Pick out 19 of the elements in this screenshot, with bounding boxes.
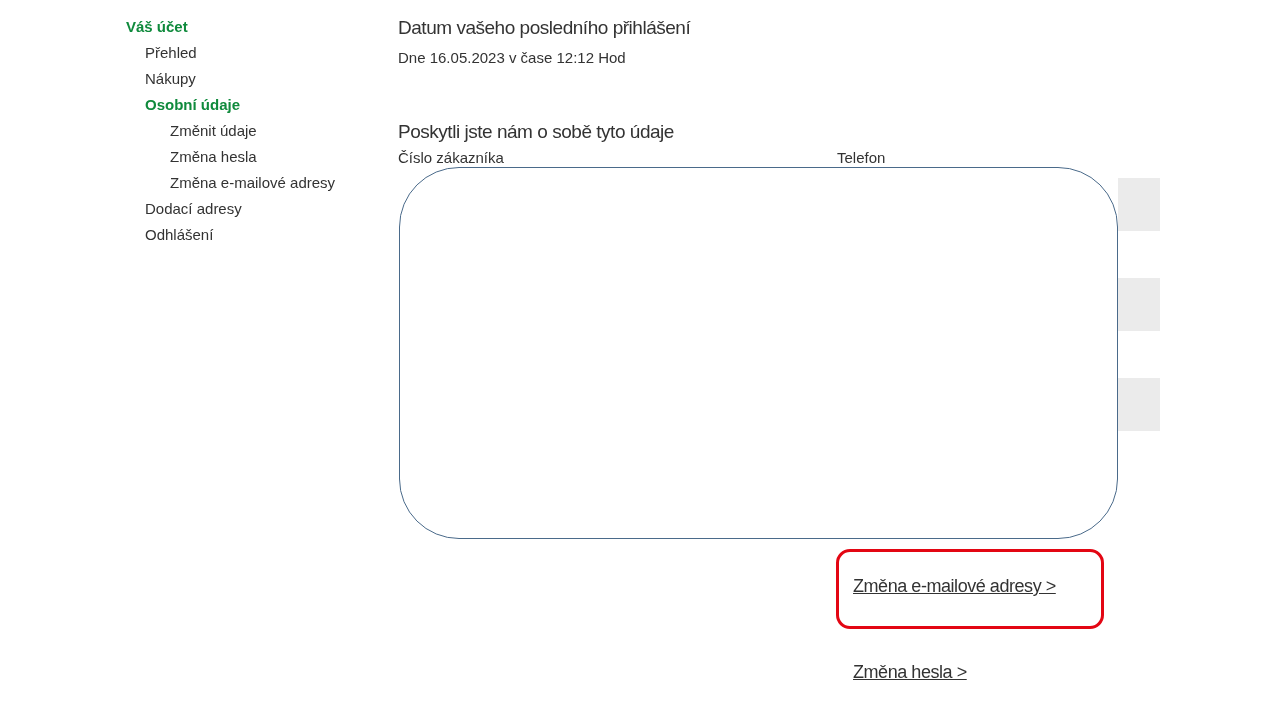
section-heading: Datum vašeho posledního přihlášení: [398, 16, 692, 40]
sidebar-title: Váš účet: [126, 17, 188, 37]
sidebar-item[interactable]: Dodací adresy: [145, 196, 242, 222]
link[interactable]: Změna hesla >: [836, 629, 1104, 709]
field-label: Telefon: [837, 149, 886, 166]
sidebar-item[interactable]: Odhlášení: [145, 222, 214, 248]
row-background: [1118, 378, 1160, 431]
link[interactable]: Změna e-mailové adresy >: [836, 549, 1104, 629]
section-heading: Poskytli jste nám o sobě tyto údaje: [398, 120, 675, 144]
sidebar-item[interactable]: Změna e-mailové adresy: [170, 170, 336, 196]
sidebar-item[interactable]: Přehled: [145, 40, 197, 66]
last-login-text: Dne 16.05.2023 v čase 12:12 Hod: [398, 48, 627, 68]
row-background: [1118, 178, 1160, 231]
sidebar-item[interactable]: Změnit údaje: [170, 118, 257, 144]
row-background: [1118, 278, 1160, 331]
sidebar-item[interactable]: Osobní údaje: [145, 92, 240, 118]
field-label: Číslo zákazníka: [398, 149, 504, 166]
sidebar-item[interactable]: Změna hesla: [170, 144, 257, 170]
sidebar-item[interactable]: Nákupy: [145, 66, 196, 92]
